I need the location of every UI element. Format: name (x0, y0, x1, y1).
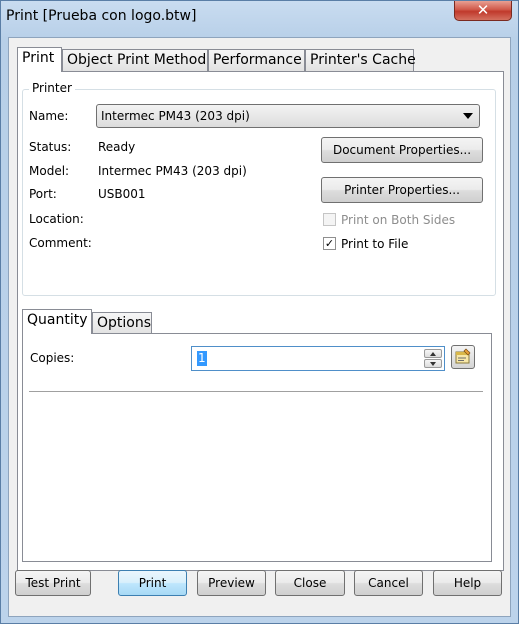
copies-decrement-button[interactable] (424, 359, 442, 368)
tab-options[interactable]: Options (92, 312, 152, 334)
comment-label: Comment: (29, 236, 92, 250)
tab-performance-label: Performance (213, 52, 302, 68)
copies-spinner (424, 349, 442, 368)
help-button[interactable]: Help (433, 570, 502, 596)
tab-quantity-label: Quantity (27, 312, 88, 328)
print-button[interactable]: Print (118, 570, 187, 596)
close-button[interactable]: Close (275, 570, 345, 596)
port-value: USB001 (98, 187, 146, 201)
tab-print[interactable]: Print (17, 47, 62, 72)
tab-quantity[interactable]: Quantity (22, 309, 92, 334)
tab-printers-cache-label: Printer's Cache (310, 52, 416, 68)
tab-options-label: Options (97, 315, 152, 331)
printer-properties-button[interactable]: Printer Properties... (321, 177, 483, 203)
name-label: Name: (29, 109, 69, 123)
status-value: Ready (98, 140, 136, 154)
location-label: Location: (29, 212, 84, 226)
arrow-down-icon (430, 362, 436, 366)
preview-button[interactable]: Preview (197, 570, 266, 596)
tab-printers-cache[interactable]: Printer's Cache (305, 49, 416, 71)
test-print-button[interactable]: Test Print (15, 570, 91, 596)
arrow-up-icon (430, 352, 436, 356)
printer-group-label: Printer (29, 81, 75, 95)
cancel-button[interactable]: Cancel (354, 570, 423, 596)
tab-object-print-method-label: Object Print Method (67, 52, 207, 68)
model-label: Model: (29, 164, 70, 178)
quantity-panel: Copies: 1 (22, 333, 492, 562)
title-bar[interactable]: Print [Prueba con logo.btw] ✕ (1, 1, 518, 33)
status-label: Status: (29, 140, 72, 154)
copies-variable-button[interactable] (451, 345, 475, 369)
close-icon: ✕ (476, 1, 490, 19)
model-value: Intermec PM43 (203 dpi) (98, 164, 247, 178)
print-dialog: Print [Prueba con logo.btw] ✕ Print Obje… (0, 0, 519, 624)
tab-object-print-method[interactable]: Object Print Method (62, 49, 208, 71)
print-to-file-label: Print to File (341, 237, 409, 251)
copies-label: Copies: (30, 351, 75, 365)
tab-print-label: Print (22, 50, 55, 66)
printer-name-select[interactable]: Intermec PM43 (203 dpi) (96, 104, 480, 128)
print-tab-panel: Printer Name: Intermec PM43 (203 dpi) St… (17, 71, 504, 571)
copies-value: 1 (197, 351, 207, 366)
printer-name-value: Intermec PM43 (203 dpi) (101, 109, 250, 123)
tab-performance[interactable]: Performance (208, 49, 305, 71)
quantity-separator (29, 391, 483, 393)
print-both-sides-label: Print on Both Sides (341, 213, 456, 227)
edit-variable-icon (455, 348, 471, 364)
dialog-client-area: Print Object Print Method Performance Pr… (8, 37, 511, 617)
port-label: Port: (29, 187, 57, 201)
window-title: Print [Prueba con logo.btw] (6, 8, 197, 24)
window-close-button[interactable]: ✕ (454, 1, 512, 21)
print-to-file-checkbox[interactable]: ✓ (323, 237, 336, 250)
copies-input[interactable]: 1 (191, 346, 445, 371)
print-both-sides-checkbox[interactable] (323, 213, 336, 226)
document-properties-button[interactable]: Document Properties... (321, 137, 483, 163)
checkmark-icon: ✓ (324, 237, 335, 250)
dropdown-arrow-icon (463, 113, 473, 119)
printer-group: Printer Name: Intermec PM43 (203 dpi) St… (22, 81, 496, 296)
copies-increment-button[interactable] (424, 349, 442, 358)
